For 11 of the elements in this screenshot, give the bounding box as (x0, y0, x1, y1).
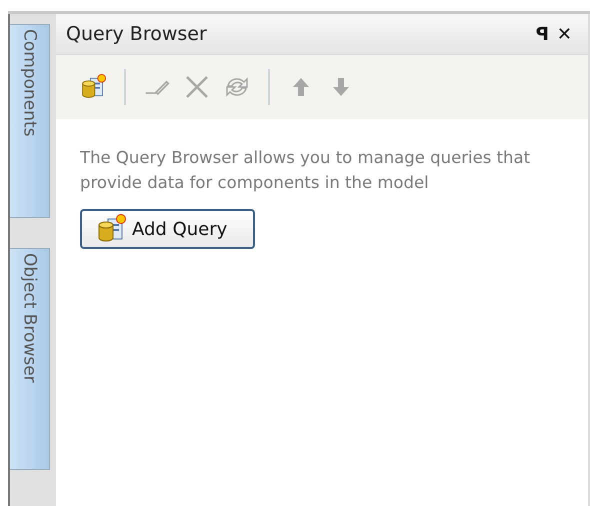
side-tab[interactable]: Object Browser (10, 248, 50, 470)
pin-button[interactable]: ꟼ (532, 24, 553, 44)
close-icon (185, 75, 209, 99)
arrow-down-icon (332, 77, 350, 97)
description-text: The Query Browser allows you to manage queries that provide data for components in the model (80, 147, 532, 194)
database-add-icon (96, 214, 126, 244)
panel-title: Query Browser (66, 23, 208, 45)
side-tab[interactable]: Components (10, 24, 50, 218)
close-button[interactable]: ✕ (552, 24, 576, 44)
add-query-button[interactable]: Add Query (80, 209, 256, 249)
arrow-up-icon (292, 77, 310, 97)
